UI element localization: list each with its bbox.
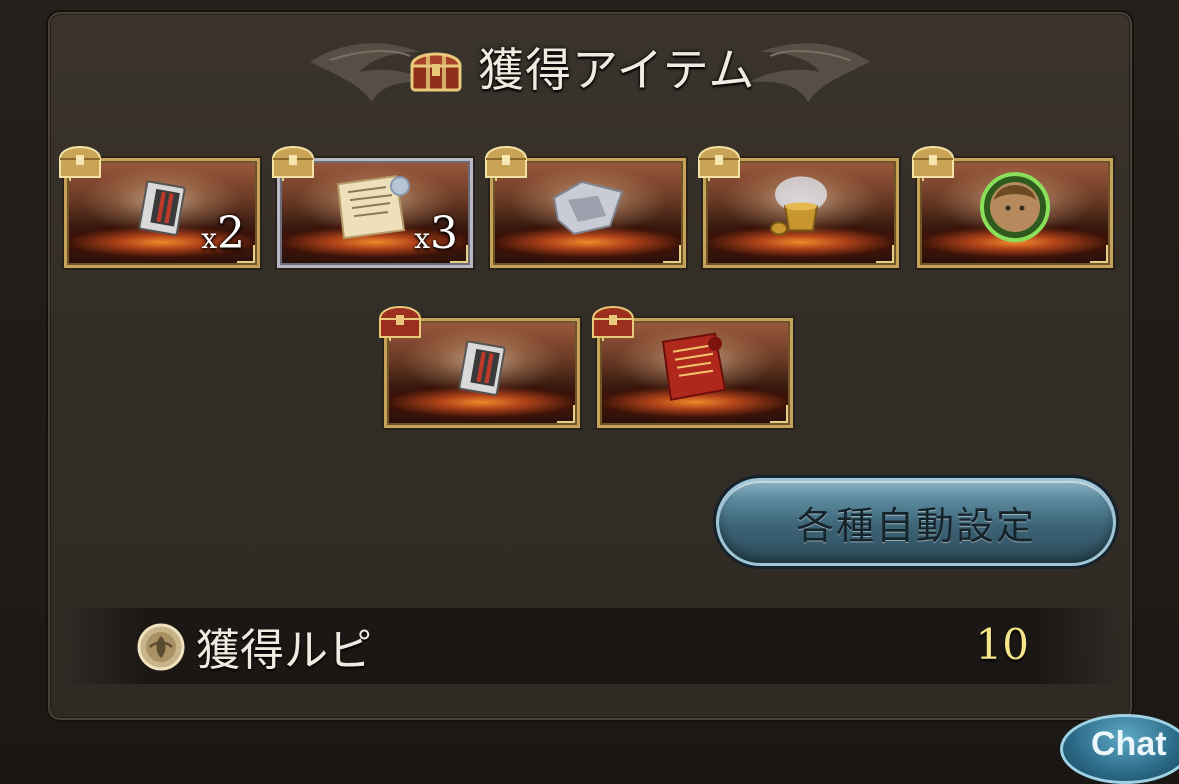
red-chest-badge-icon	[379, 306, 421, 338]
item-card-1[interactable]: x2	[59, 146, 260, 268]
gold-chest-badge-icon	[272, 146, 314, 178]
item-card-6[interactable]	[379, 306, 580, 428]
left-ornament-icon	[310, 43, 430, 102]
gold-chest-badge-icon	[59, 146, 101, 178]
golden-cauldron-icon	[770, 176, 827, 236]
dialog-header: 獲得アイテム	[300, 22, 880, 112]
item-card-5[interactable]	[912, 146, 1113, 268]
auto-settings-button[interactable]: 各種自動設定	[716, 478, 1116, 566]
red-chest-badge-icon	[592, 306, 634, 338]
character-orb-icon	[980, 172, 1050, 243]
rupie-label: 獲得ルピ	[196, 625, 372, 676]
right-ornament-icon	[750, 43, 870, 102]
treasure-chest-icon	[410, 52, 462, 92]
chat-button[interactable]: Chat	[1060, 714, 1179, 784]
red-scroll-icon	[661, 332, 727, 401]
chat-button-label: Chat	[1091, 725, 1167, 763]
rupie-coin-icon	[137, 623, 185, 671]
item-card-3[interactable]	[485, 146, 686, 268]
gold-chest-badge-icon	[698, 146, 740, 178]
ticket-icon	[458, 340, 506, 396]
item-card-4[interactable]	[698, 146, 899, 268]
parchment-scroll-icon	[336, 174, 410, 240]
silver-shard-icon	[552, 180, 624, 235]
ticket-icon	[138, 180, 186, 236]
rupie-value: 10	[975, 620, 1029, 669]
gold-chest-badge-icon	[485, 146, 527, 178]
gold-chest-badge-icon	[912, 146, 954, 178]
item-quantity: x2	[201, 208, 245, 259]
item-card-7[interactable]	[592, 306, 793, 428]
item-quantity: x3	[414, 208, 458, 259]
item-card-2[interactable]: x3	[272, 146, 473, 268]
